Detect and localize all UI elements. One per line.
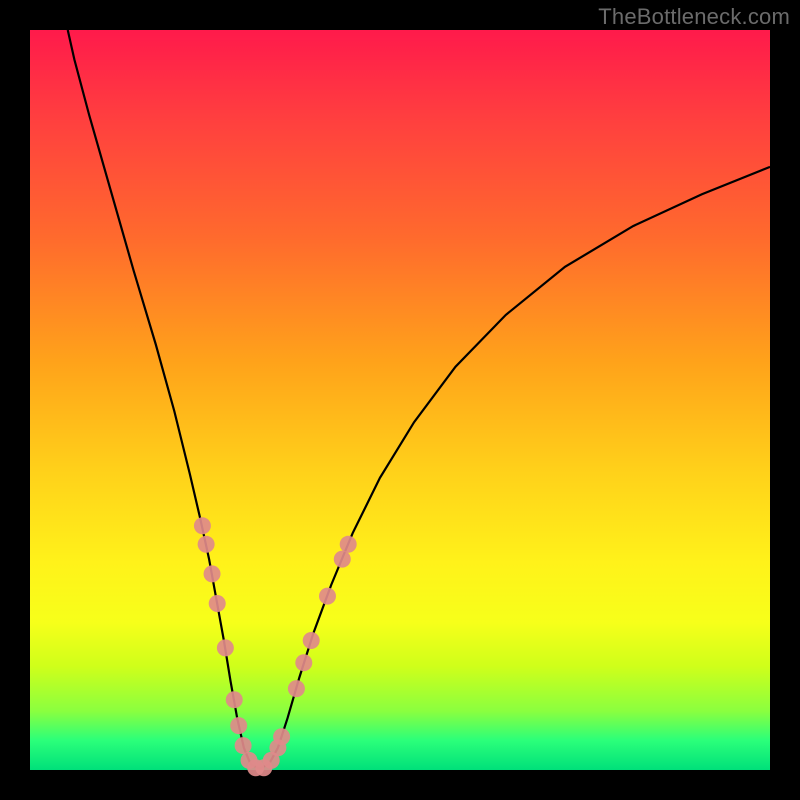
marker-group xyxy=(194,517,357,776)
data-marker xyxy=(319,588,336,605)
data-marker xyxy=(194,517,211,534)
data-marker xyxy=(288,680,305,697)
data-marker xyxy=(340,536,357,553)
watermark-text: TheBottleneck.com xyxy=(598,4,790,30)
data-marker xyxy=(226,691,243,708)
data-marker xyxy=(295,654,312,671)
data-marker xyxy=(230,717,247,734)
chart-svg xyxy=(30,30,770,770)
data-marker xyxy=(209,595,226,612)
data-marker xyxy=(204,565,221,582)
data-marker xyxy=(198,536,215,553)
data-marker xyxy=(235,737,252,754)
data-marker xyxy=(217,639,234,656)
data-marker xyxy=(334,551,351,568)
data-marker xyxy=(273,728,290,745)
data-marker xyxy=(303,632,320,649)
bottleneck-curve xyxy=(68,30,770,769)
